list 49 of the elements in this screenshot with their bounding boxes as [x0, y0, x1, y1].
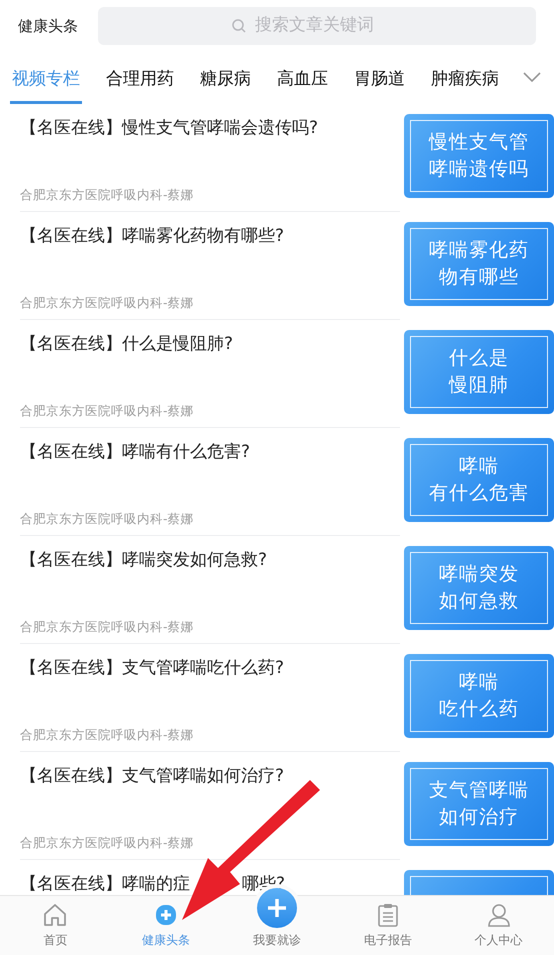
category-tab[interactable]: 胃肠道 — [352, 56, 407, 104]
article-item[interactable]: 【名医在线】哮喘有什么危害? 合肥京东方医院呼吸内科-蔡娜 哮喘 有什么危害 — [0, 428, 554, 536]
article-item[interactable]: 【名医在线】哮喘突发如何急救? 合肥京东方医院呼吸内科-蔡娜 哮喘突发 如何急救 — [0, 536, 554, 644]
category-tab[interactable]: 肿瘤疾病 — [429, 56, 501, 104]
nav-tab[interactable]: 个人中心 — [443, 896, 554, 955]
thumbnail-text: 什么是 — [449, 346, 509, 371]
thumbnail-text: 吃什么药 — [439, 697, 519, 722]
article-title: 【名医在线】什么是慢阻肺? — [20, 333, 234, 356]
thumbnail-text: 如何急救 — [439, 589, 519, 614]
thumbnail-text: 有什么危害 — [429, 481, 529, 506]
thumbnail-text: 哮喘 — [459, 670, 499, 695]
thumbnail-text: 哮喘雾化药 — [429, 238, 529, 263]
article-source: 合肥京东方医院呼吸内科-蔡娜 — [20, 510, 195, 528]
thumbnail-text: 支气管哮喘 — [429, 778, 529, 803]
chevron-down-icon[interactable] — [523, 72, 541, 82]
nav-tab[interactable]: 首页 — [0, 896, 111, 955]
article-item[interactable]: 【名医在线】什么是慢阻肺? 合肥京东方医院呼吸内科-蔡娜 什么是 慢阻肺 — [0, 320, 554, 428]
article-source: 合肥京东方医院呼吸内科-蔡娜 — [20, 294, 195, 312]
article-source: 合肥京东方医院呼吸内科-蔡娜 — [20, 618, 195, 636]
article-source: 合肥京东方医院呼吸内科-蔡娜 — [20, 402, 195, 420]
home-icon — [42, 902, 68, 928]
category-tab[interactable]: 合理用药 — [104, 56, 176, 104]
thumbnail-text: 物有哪些 — [439, 265, 519, 290]
article-source: 合肥京东方医院呼吸内科-蔡娜 — [20, 186, 195, 204]
search-icon — [231, 18, 247, 34]
article-title: 【名医在线】支气管哮喘吃什么药? — [20, 657, 286, 680]
thumbnail-text: 慢性支气管 — [429, 130, 529, 155]
thumbnail-text: 哮喘 — [459, 454, 499, 479]
category-tab[interactable]: 糖尿病 — [198, 56, 253, 104]
category-tab[interactable]: 高血压 — [275, 56, 330, 104]
article-title: 【名医在线】哮喘雾化药物有哪些? — [20, 225, 286, 248]
page-title: 健康头条 — [18, 16, 78, 37]
article-title: 【名医在线】哮喘有什么危害? — [20, 441, 252, 464]
person-icon — [486, 902, 512, 928]
nav-tab[interactable]: 电子报告 — [332, 896, 444, 955]
article-item[interactable]: 【名医在线】支气管哮喘吃什么药? 合肥京东方医院呼吸内科-蔡娜 哮喘 吃什么药 — [0, 644, 554, 752]
article-title: 【名医在线】慢性支气管哮喘会遗传吗? — [20, 117, 320, 140]
search-field[interactable]: 搜索文章关键词 — [253, 12, 403, 40]
article-title: 【名医在线】支气管哮喘如何治疗? — [20, 765, 286, 788]
thumbnail-text: 慢阻肺 — [449, 373, 509, 398]
thumbnail-text: 哮喘遗传吗 — [429, 157, 529, 182]
article-title: 【名医在线】哮喘的症 — [20, 873, 190, 895]
article-source: 合肥京东方医院呼吸内科-蔡娜 — [20, 834, 195, 852]
article-item[interactable]: 【名医在线】哮喘雾化药物有哪些? 合肥京东方医院呼吸内科-蔡娜 哮喘雾化药 物有哪些 — [0, 212, 554, 320]
article-title: 【名医在线】哮喘突发如何急救? — [20, 549, 268, 572]
thumbnail-text: 如何治疗 — [439, 805, 519, 830]
article-item[interactable]: 【名医在线】慢性支气管哮喘会遗传吗? 合肥京东方医院呼吸内科-蔡娜 慢性支气管 哮喘遗传吗 — [0, 104, 554, 212]
thumbnail-text: 哮喘突发 — [439, 562, 519, 587]
article-source: 合肥京东方医院呼吸内科-蔡娜 — [20, 726, 195, 744]
